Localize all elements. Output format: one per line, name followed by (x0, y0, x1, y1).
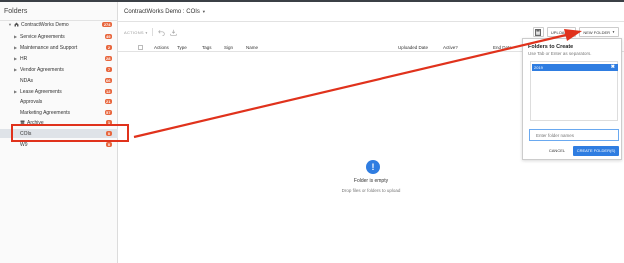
popover-title: Folders to Create (528, 44, 574, 50)
folder-name-chip[interactable]: 2019 ✖ (532, 64, 618, 71)
cancel-button[interactable]: CANCEL (547, 147, 567, 155)
empty-state-title: Folder is empty (353, 178, 389, 184)
new-folder-popover: Folders to Create Use Tab or Enter as se… (522, 38, 622, 160)
actions-label: ACTIONS (124, 29, 144, 35)
breadcrumb[interactable]: ContractWorks Demo : COIs ▼ (124, 9, 206, 15)
count-badge: 66 (104, 78, 112, 83)
annotation-highlight-box (11, 124, 129, 142)
toolbar: ACTIONS▼ (124, 27, 181, 37)
breadcrumb-text: ContractWorks Demo : COIs (124, 9, 200, 15)
chevron-right-icon[interactable]: ▶ (14, 67, 17, 72)
sidebar-item-label: Lease Agreements (20, 88, 62, 95)
actions-button[interactable]: ACTIONS▼ (124, 30, 148, 35)
sidebar-item-service-agreements[interactable]: ▶ Service Agreements 49 (0, 32, 118, 41)
column-uploaded-date[interactable]: Uploaded Date (398, 45, 428, 50)
select-all-checkbox[interactable] (138, 45, 143, 50)
chevron-down-icon: ▼ (612, 30, 615, 34)
new-folder-label: NEW FOLDER (583, 29, 611, 35)
count-badge: 7 (106, 67, 112, 72)
chevron-down-icon: ▼ (144, 30, 149, 35)
folder-name-input[interactable] (529, 129, 619, 141)
column-end-date[interactable]: End Date (493, 45, 512, 50)
chevron-right-icon[interactable]: ▶ (14, 89, 17, 94)
sidebar-item-label: HR (20, 55, 28, 62)
count-badge: 28 (104, 56, 112, 61)
chevron-down-icon[interactable]: ▼ (8, 22, 12, 27)
sidebar-item-maintenance-and-support[interactable]: ▶ Maintenance and Support 2 (0, 43, 118, 52)
popover-hint: Use Tab or Enter as separators. (528, 51, 592, 56)
new-folder-button[interactable]: NEW FOLDER ▼ (579, 27, 619, 37)
count-badge: 57 (104, 110, 112, 115)
chevron-right-icon[interactable]: ▶ (14, 34, 17, 39)
sidebar-item-label: Vendor Agreements (20, 66, 64, 73)
column-type[interactable]: Type (177, 45, 187, 50)
calculator-icon (535, 28, 542, 36)
column-actions[interactable]: Actions (154, 45, 169, 50)
calculator-button[interactable] (532, 27, 544, 37)
upload-button[interactable]: UPLOAD ▼ (546, 27, 577, 37)
toolbar-divider (152, 28, 154, 36)
count-badge: 21 (104, 99, 112, 104)
chevron-down-icon: ▼ (201, 9, 206, 14)
sidebar-item-hr[interactable]: ▶ HR 28 (0, 54, 118, 63)
sidebar-item-label: NDAs (20, 77, 34, 84)
count-badge: 0 (106, 142, 112, 147)
sidebar-item-contractworks-demo[interactable]: ▼ ContractWorks Demo 274 (0, 20, 118, 29)
count-badge: 12 (104, 89, 112, 94)
count-badge: 274 (102, 22, 112, 27)
undo-icon[interactable] (157, 28, 165, 36)
column-sign[interactable]: Sign (224, 45, 233, 50)
chevron-down-icon: ▼ (569, 30, 573, 34)
chevron-right-icon[interactable]: ▶ (14, 56, 17, 61)
count-badge: 49 (104, 34, 112, 39)
column-active[interactable]: Active? (443, 45, 458, 50)
folder-names-list: 2019 ✖ (530, 61, 618, 121)
sidebar-item-label: Marketing Agreements (20, 109, 71, 116)
sidebar-item-marketing-agreements[interactable]: Marketing Agreements 57 (0, 108, 118, 117)
download-icon[interactable] (169, 28, 177, 36)
sidebar-item-label: Approvals (20, 98, 43, 105)
header-divider (118, 21, 624, 22)
column-tags[interactable]: Tags (202, 45, 212, 50)
sidebar-item-label: Maintenance and Support (20, 44, 78, 51)
sidebar-item-vendor-agreements[interactable]: ▶ Vendor Agreements 7 (0, 65, 118, 74)
upload-label: UPLOAD (550, 29, 568, 35)
sidebar-item-approvals[interactable]: Approvals 21 (0, 97, 118, 106)
sidebar-item-label: ContractWorks Demo (21, 21, 69, 28)
column-name[interactable]: Name (246, 45, 258, 50)
sidebar-item-ndas[interactable]: NDAs 66 (0, 76, 118, 85)
sidebar-item-lease-agreements[interactable]: ▶ Lease Agreements 12 (0, 87, 118, 96)
sidebar-item-label: Service Agreements (20, 33, 65, 40)
home-icon (14, 22, 19, 27)
right-toolbar: UPLOAD ▼ NEW FOLDER ▼ (532, 27, 622, 37)
sidebar-title: Folders (4, 8, 28, 15)
sidebar-item-label: W9 (20, 141, 28, 148)
count-badge: 2 (106, 45, 112, 50)
create-folders-button[interactable]: CREATE FOLDER(S) (573, 146, 619, 156)
info-icon: ! (366, 160, 380, 174)
empty-state-subtitle: Drop files or folders to upload (341, 188, 401, 193)
chip-label: 2019 (534, 65, 543, 70)
close-icon[interactable]: ✖ (611, 64, 615, 71)
chevron-right-icon[interactable]: ▶ (14, 45, 17, 50)
